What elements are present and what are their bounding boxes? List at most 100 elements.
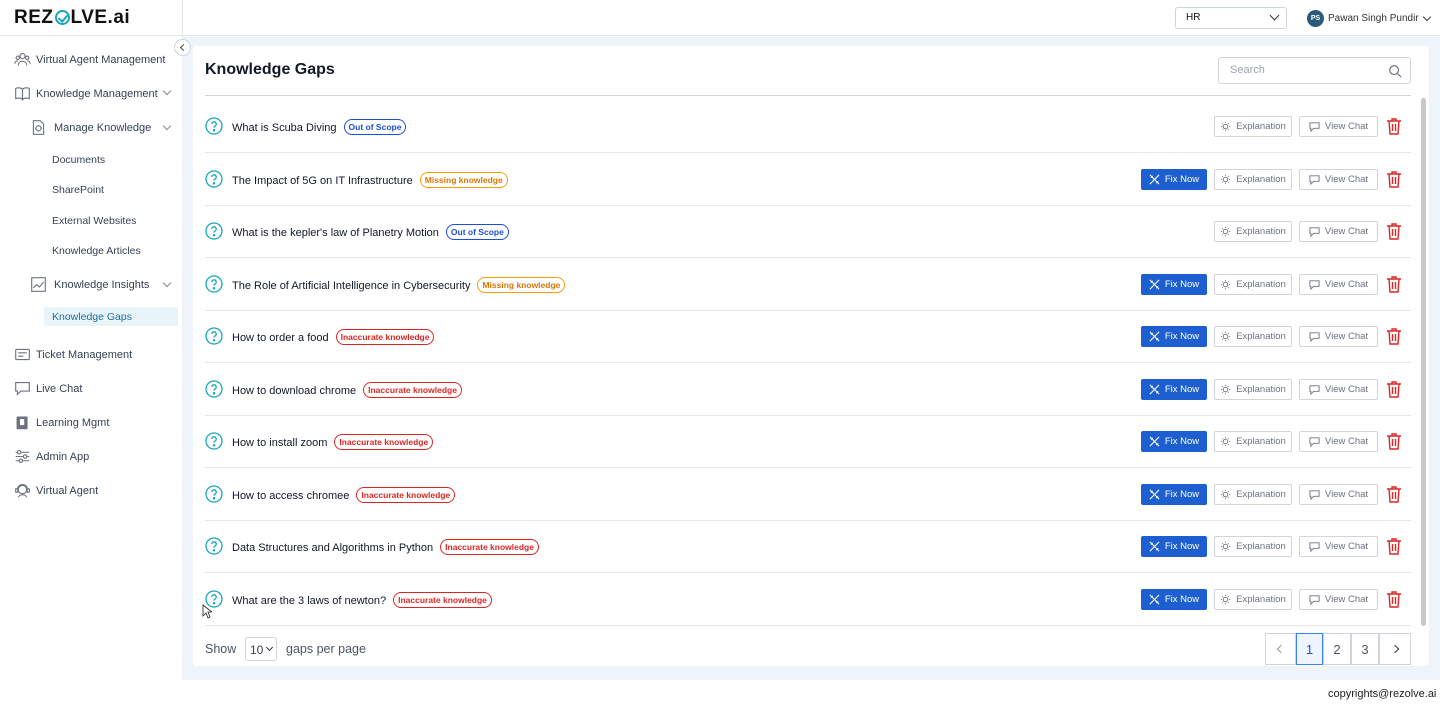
chat-bubble-icon <box>1309 384 1325 395</box>
view-chat-button[interactable]: View Chat <box>1299 536 1378 557</box>
sidebar-item-label: Live Chat <box>36 382 83 395</box>
lightbulb-icon <box>1220 121 1236 132</box>
sidebar-item-knowledge-articles[interactable]: Knowledge Articles <box>52 245 141 257</box>
chat-bubble-icon <box>1309 541 1325 552</box>
knowledge-gap-row: The Impact of 5G on IT Infrastructure Mis… <box>205 154 1411 206</box>
sidebar-item-documents[interactable]: Documents <box>52 154 105 166</box>
sidebar-item-admin-app[interactable]: Admin App <box>14 448 89 465</box>
explanation-button[interactable]: Explanation <box>1214 116 1292 137</box>
explanation-label: Explanation <box>1236 541 1286 552</box>
fix-tools-icon <box>1149 331 1165 342</box>
delete-trash-icon[interactable] <box>1386 590 1402 608</box>
fix-tools-icon <box>1149 384 1165 395</box>
sidebar-item-virtual-agent-management[interactable]: Virtual Agent Management <box>14 51 165 68</box>
sidebar-item-knowledge-gaps[interactable]: Knowledge Gaps <box>44 307 178 326</box>
view-chat-button[interactable]: View Chat <box>1299 378 1378 400</box>
delete-trash-icon[interactable] <box>1386 327 1402 345</box>
sidebar-item-knowledge-insights[interactable]: Knowledge Insights <box>30 276 149 293</box>
knowledge-gap-row: What is Scuba Diving Out of Scope Explanat… <box>205 101 1411 153</box>
view-chat-button[interactable]: View Chat <box>1299 431 1378 452</box>
gap-question-text[interactable]: What is Scuba Diving Out of Scope <box>232 119 407 136</box>
gap-question-text[interactable]: The Impact of 5G on IT Infrastructure Mis… <box>232 171 508 189</box>
scrollbar[interactable] <box>1421 98 1426 626</box>
chevron-left-icon <box>179 43 188 52</box>
gap-question-text[interactable]: How to download chrome Inaccurate knowled… <box>232 381 462 399</box>
fix-now-button[interactable]: Fix Now <box>1141 588 1207 610</box>
view-chat-button[interactable]: View Chat <box>1299 588 1378 610</box>
collapse-sidebar-button[interactable] <box>174 39 191 56</box>
rezolve-logo[interactable]: REZ LVE.ai <box>14 7 130 29</box>
explanation-button[interactable]: Explanation <box>1214 168 1292 190</box>
department-select[interactable]: HR <box>1175 7 1287 29</box>
view-chat-button[interactable]: View Chat <box>1299 221 1378 242</box>
next-page-button[interactable] <box>1379 633 1411 665</box>
delete-trash-icon[interactable] <box>1386 275 1402 293</box>
gap-status-badge: Inaccurate knowledge <box>334 434 434 450</box>
view-chat-button[interactable]: View Chat <box>1299 116 1378 137</box>
fix-now-button[interactable]: Fix Now <box>1141 483 1207 505</box>
fix-now-button[interactable]: Fix Now <box>1141 536 1207 557</box>
gap-question-text[interactable]: How to access chromee Inaccurate knowledg… <box>232 486 456 504</box>
fix-now-button[interactable]: Fix Now <box>1141 431 1207 452</box>
explanation-button[interactable]: Explanation <box>1214 431 1292 452</box>
page-1-button[interactable]: 1 <box>1296 633 1323 665</box>
sidebar-item-learning-mgmt[interactable]: Learning Mgmt <box>14 414 109 431</box>
explanation-button[interactable]: Explanation <box>1214 221 1292 242</box>
gap-status-badge: Missing knowledge <box>477 276 566 293</box>
search-icon[interactable] <box>1388 64 1402 78</box>
explanation-button[interactable]: Explanation <box>1214 273 1292 295</box>
explanation-button[interactable]: Explanation <box>1214 588 1292 610</box>
fix-now-label: Fix Now <box>1164 173 1200 185</box>
gap-question-text[interactable]: How to order a food Inaccurate knowledge <box>232 329 435 346</box>
explanation-button[interactable]: Explanation <box>1214 326 1292 347</box>
sidebar-item-virtual-agent[interactable]: Virtual Agent <box>14 482 98 499</box>
delete-trash-icon[interactable] <box>1386 432 1402 450</box>
sidebar-item-sharepoint[interactable]: SharePoint <box>52 184 104 196</box>
explanation-button[interactable]: Explanation <box>1214 378 1292 400</box>
explanation-button[interactable]: Explanation <box>1214 483 1292 505</box>
sidebar-item-ticket-management[interactable]: Ticket Management <box>14 346 132 363</box>
chat-bubble-icon <box>1309 436 1325 447</box>
delete-trash-icon[interactable] <box>1386 380 1402 398</box>
question-icon <box>205 327 223 345</box>
view-chat-button[interactable]: View Chat <box>1299 168 1378 190</box>
gap-question-text[interactable]: What is the kepler's law of Planetry Mot… <box>232 224 509 241</box>
sidebar-item-label: Ticket Management <box>36 348 133 361</box>
gap-question-text[interactable]: Data Structures and Algorithms in Python… <box>232 539 539 556</box>
lightbulb-icon <box>1220 541 1236 552</box>
sidebar-item-label: Learning Mgmt <box>36 416 110 429</box>
sidebar-item-knowledge-management[interactable]: Knowledge Management <box>14 85 158 102</box>
view-chat-label: View Chat <box>1324 278 1369 290</box>
per-page-select[interactable]: 10 <box>245 637 277 661</box>
user-menu[interactable]: PS Pawan Singh Pundir <box>1307 9 1431 27</box>
ticket-icon <box>14 346 31 363</box>
explanation-label: Explanation <box>1236 278 1286 290</box>
page-3-button[interactable]: 3 <box>1351 633 1379 665</box>
delete-trash-icon[interactable] <box>1386 485 1402 503</box>
chat-bubble-icon <box>1309 279 1325 290</box>
explanation-button[interactable]: Explanation <box>1214 536 1292 557</box>
view-chat-button[interactable]: View Chat <box>1299 483 1378 505</box>
gap-status-badge: Missing knowledge <box>419 171 508 188</box>
prev-page-button[interactable] <box>1265 633 1296 665</box>
fix-now-button[interactable]: Fix Now <box>1141 326 1207 347</box>
delete-trash-icon[interactable] <box>1386 222 1402 240</box>
fix-now-button[interactable]: Fix Now <box>1141 378 1207 400</box>
page-2-button[interactable]: 2 <box>1323 633 1351 665</box>
search-input[interactable] <box>1230 64 1380 76</box>
gap-question-text[interactable]: How to install zoom Inaccurate knowledge <box>232 434 434 451</box>
gap-question-text[interactable]: The Role of Artificial Intelligence in C… <box>232 276 566 294</box>
fix-now-button[interactable]: Fix Now <box>1141 168 1207 190</box>
sidebar-item-manage-knowledge[interactable]: Manage Knowledge <box>30 119 151 136</box>
sidebar-item-external-websites[interactable]: External Websites <box>52 215 136 227</box>
fix-now-button[interactable]: Fix Now <box>1141 273 1207 295</box>
delete-trash-icon[interactable] <box>1386 117 1402 135</box>
sidebar-item-live-chat[interactable]: Live Chat <box>14 380 82 397</box>
delete-trash-icon[interactable] <box>1386 537 1402 555</box>
delete-trash-icon[interactable] <box>1386 170 1402 188</box>
lightbulb-icon <box>1220 489 1236 500</box>
gap-question-text[interactable]: What are the 3 laws of newton? Inaccurate… <box>232 591 492 609</box>
question-icon <box>205 379 223 398</box>
view-chat-button[interactable]: View Chat <box>1299 326 1378 347</box>
view-chat-button[interactable]: View Chat <box>1299 273 1378 295</box>
